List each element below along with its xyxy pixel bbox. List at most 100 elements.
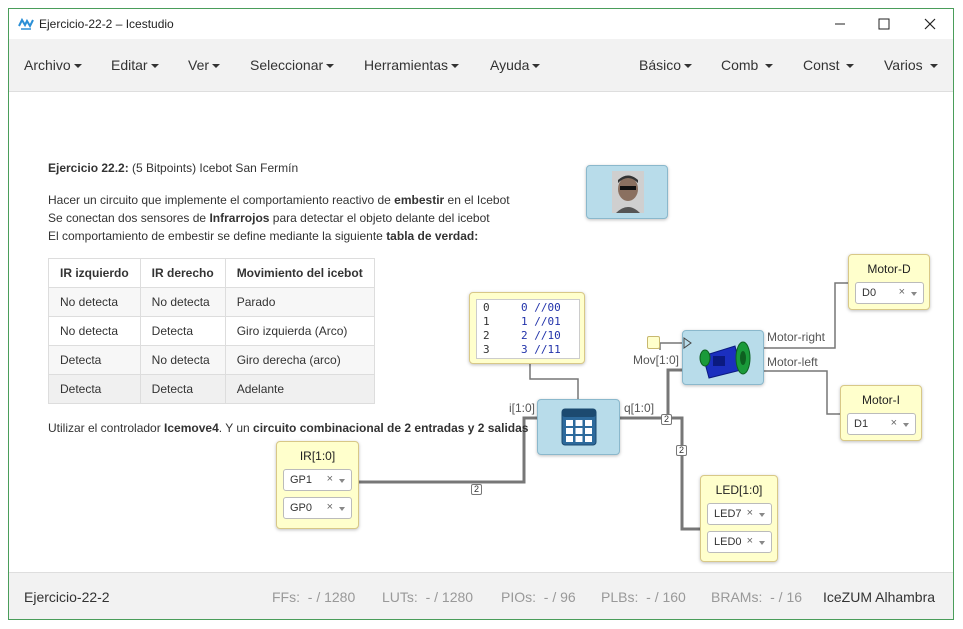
table-cell: Detecta (48, 345, 141, 375)
table-cell: Adelante (224, 374, 375, 404)
table-grid-icon (561, 408, 597, 446)
status-bar: Ejercicio-22-2 FFs: - / 1280 LUTs: - / 1… (9, 572, 953, 619)
chevron-down-icon (339, 507, 345, 511)
caret-down-icon (684, 64, 693, 69)
code-editor[interactable]: 00 //00 11 //01 22 //10 33 //11 (476, 299, 580, 359)
menu-seleccionar[interactable]: Seleccionar (250, 39, 335, 91)
caret-down-icon (846, 64, 855, 69)
table-cell: No detecta (139, 287, 226, 317)
column-header: Movimiento del icebot (224, 258, 375, 288)
luts-usage: LUTs: - / 1280 (382, 589, 474, 605)
chevron-down-icon (903, 423, 909, 427)
clear-icon[interactable]: × (327, 473, 333, 485)
column-header: IR izquierdo (48, 258, 141, 288)
menu-basico[interactable]: Básico (639, 39, 693, 91)
ffs-usage: FFs: - / 1280 (272, 589, 356, 605)
close-button[interactable] (907, 9, 953, 39)
chevron-down-icon (911, 292, 917, 296)
exercise-heading: Ejercicio 22.2: (5 Bitpoints) Icebot San… (48, 161, 299, 175)
project-name: Ejercicio-22-2 (24, 589, 110, 605)
plbs-usage: PLBs: - / 160 (601, 589, 686, 605)
truth-table: IR izquierdo IR derecho Movimiento del i… (48, 258, 375, 404)
table-cell: No detecta (139, 345, 226, 375)
table-row: No detecta Detecta Giro izquierda (Arco) (48, 316, 375, 346)
bus-width-label: 2 (676, 445, 688, 456)
caret-down-icon (451, 64, 460, 69)
caret-down-icon (532, 64, 541, 69)
minimize-button[interactable] (817, 9, 863, 39)
icemove-controller-block[interactable] (682, 330, 764, 385)
menu-bar: Archivo Editar Ver Seleccionar Herramien… (9, 39, 953, 92)
minimize-icon (835, 23, 845, 25)
clear-icon[interactable]: × (327, 501, 333, 513)
pin-select-led7[interactable]: LED7 × (707, 503, 772, 525)
caret-down-icon (929, 64, 938, 69)
menu-ayuda[interactable]: Ayuda (490, 39, 541, 91)
ir-block-label: IR[1:0] (299, 449, 336, 463)
port-label-input: i[1:0] (509, 401, 536, 415)
table-cell: Parado (224, 287, 375, 317)
pios-usage: PIOs: - / 96 (501, 589, 576, 605)
brams-usage: BRAMs: - / 16 (711, 589, 803, 605)
clear-icon[interactable]: × (891, 417, 897, 429)
led-block-label: LED[1:0] (715, 483, 763, 497)
icestudio-logo-icon (18, 17, 34, 30)
menu-herramientas[interactable]: Herramientas (364, 39, 460, 91)
author-image-block[interactable] (586, 165, 668, 219)
motor-i-label: Motor-I (861, 393, 900, 407)
menu-varios[interactable]: Varios (884, 39, 938, 91)
info-line-1: Hacer un circuito que implemente el comp… (48, 193, 510, 207)
table-cell: No detecta (48, 316, 141, 346)
motor-d-output-block[interactable]: Motor-D D0 × (848, 254, 930, 310)
input-port-tab[interactable] (647, 336, 660, 349)
led-output-block[interactable]: LED[1:0] LED7 × LED0 × (700, 475, 778, 562)
pin-select-gp1[interactable]: GP1 × (283, 469, 352, 491)
app-window: Ejercicio-22-2 – Icestudio Archivo Edita… (8, 8, 954, 620)
chevron-down-icon (759, 513, 765, 517)
board-selector[interactable]: IceZUM Alhambra (823, 573, 935, 619)
table-cell: Giro derecha (arco) (224, 345, 375, 375)
menu-comb[interactable]: Comb (721, 39, 774, 91)
pin-select-led0[interactable]: LED0 × (707, 531, 772, 553)
menu-ver[interactable]: Ver (188, 39, 221, 91)
caret-down-icon (765, 64, 774, 69)
port-label-mov: Mov[1:0] (633, 353, 680, 367)
window-title: Ejercicio-22-2 – Icestudio (39, 17, 174, 31)
design-canvas[interactable]: 2 2 2 Ejercicio 22.2: (5 Bitpoints) Iceb… (9, 92, 953, 572)
caret-down-icon (212, 64, 221, 69)
title-bar: Ejercicio-22-2 – Icestudio (9, 9, 953, 39)
pin-select-gp0[interactable]: GP0 × (283, 497, 352, 519)
menu-editar[interactable]: Editar (111, 39, 159, 91)
info-line-3: El comportamiento de embestir se define … (48, 229, 479, 243)
table-cell: No detecta (48, 287, 141, 317)
close-icon (924, 18, 936, 30)
rom-code-block[interactable]: 00 //00 11 //01 22 //10 33 //11 (469, 292, 585, 364)
table-block[interactable] (537, 399, 620, 455)
motor-d-label: Motor-D (867, 262, 911, 276)
port-label-output: q[1:0] (624, 401, 655, 415)
column-header: IR derecho (139, 258, 226, 288)
info-line-2: Se conectan dos sensores de Infrarrojos … (48, 211, 490, 225)
table-cell: Detecta (48, 374, 141, 404)
clear-icon[interactable]: × (899, 286, 905, 298)
table-cell: Detecta (139, 316, 226, 346)
bus-width-label: 2 (661, 414, 673, 425)
caret-down-icon (150, 64, 159, 69)
chevron-down-icon (339, 479, 345, 483)
maximize-icon (878, 18, 890, 30)
info-footer: Utilizar el controlador Icemove4. Y un c… (48, 421, 529, 435)
table-row: Detecta Detecta Adelante (48, 374, 375, 404)
port-label-motor-left: Motor-left (767, 355, 818, 369)
ir-input-block[interactable]: IR[1:0] GP1 × GP0 × (276, 441, 359, 529)
clear-icon[interactable]: × (747, 507, 753, 519)
motor-i-output-block[interactable]: Motor-I D1 × (840, 385, 922, 441)
pin-select-d0[interactable]: D0 × (855, 282, 924, 304)
caret-down-icon (73, 64, 82, 69)
chevron-down-icon (759, 541, 765, 545)
bus-width-label: 2 (471, 484, 483, 495)
pin-select-d1[interactable]: D1 × (847, 413, 916, 435)
maximize-button[interactable] (861, 9, 907, 39)
menu-archivo[interactable]: Archivo (24, 39, 82, 91)
menu-const[interactable]: Const (803, 39, 855, 91)
clear-icon[interactable]: × (747, 535, 753, 547)
